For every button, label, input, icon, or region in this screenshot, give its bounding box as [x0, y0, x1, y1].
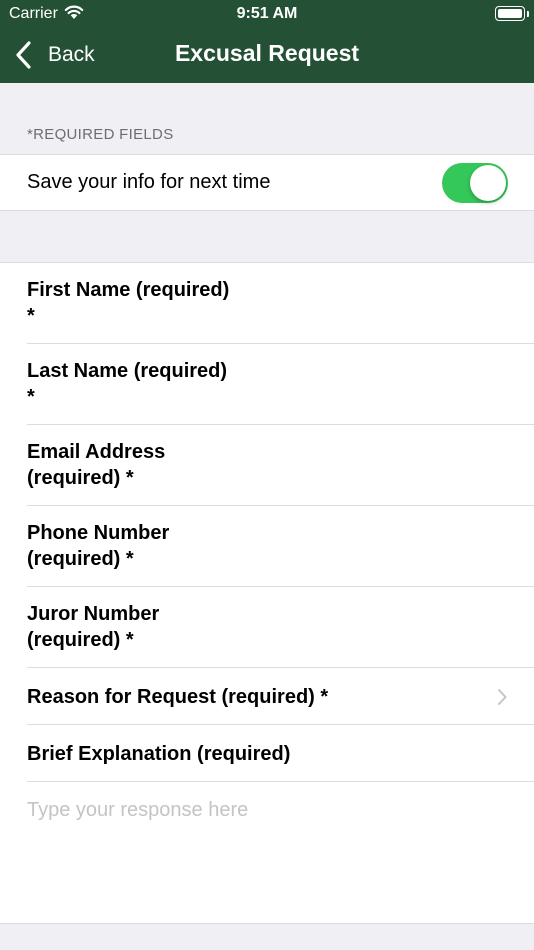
page-title: Excusal Request	[174, 40, 360, 66]
navigation-bar: Back Excusal Request	[0, 28, 534, 83]
status-bar: Carrier 9:51 AM	[0, 0, 534, 28]
last-name-field[interactable]: Last Name (required) *	[0, 344, 534, 425]
email-label: Email Address (required) *	[27, 441, 166, 489]
required-fields-note: *REQUIRED FIELDS	[27, 126, 174, 143]
first-name-label: First Name (required) *	[27, 279, 230, 327]
save-info-toggle[interactable]	[442, 163, 508, 203]
brief-explanation-label: Brief Explanation (required)	[27, 743, 291, 765]
reason-label: Reason for Request (required) *	[27, 686, 329, 708]
phone-field[interactable]: Phone Number (required) *	[0, 506, 534, 587]
last-name-label: Last Name (required) *	[27, 360, 228, 408]
juror-number-label: Juror Number (required) *	[27, 603, 160, 651]
toggle-knob	[470, 165, 506, 201]
battery-tip	[527, 11, 529, 17]
save-info-label: Save your info for next time	[27, 171, 271, 193]
phone-label: Phone Number (required) *	[27, 522, 170, 570]
explanation-placeholder: Type your response here	[27, 799, 249, 821]
status-time: 9:51 AM	[236, 5, 298, 22]
form-group: First Name (required) * Last Name (requi…	[0, 262, 534, 924]
first-name-field[interactable]: First Name (required) *	[0, 263, 534, 344]
header: Carrier 9:51 AM Back Excusal Request	[0, 0, 534, 83]
brief-explanation-row: Brief Explanation (required)	[0, 725, 534, 782]
battery-icon	[495, 6, 525, 21]
email-field[interactable]: Email Address (required) *	[0, 425, 534, 506]
save-info-group: Save your info for next time	[0, 154, 534, 211]
juror-number-field[interactable]: Juror Number (required) *	[0, 587, 534, 668]
reason-select[interactable]: Reason for Request (required) *	[0, 668, 534, 725]
chevron-right-icon	[498, 689, 507, 705]
